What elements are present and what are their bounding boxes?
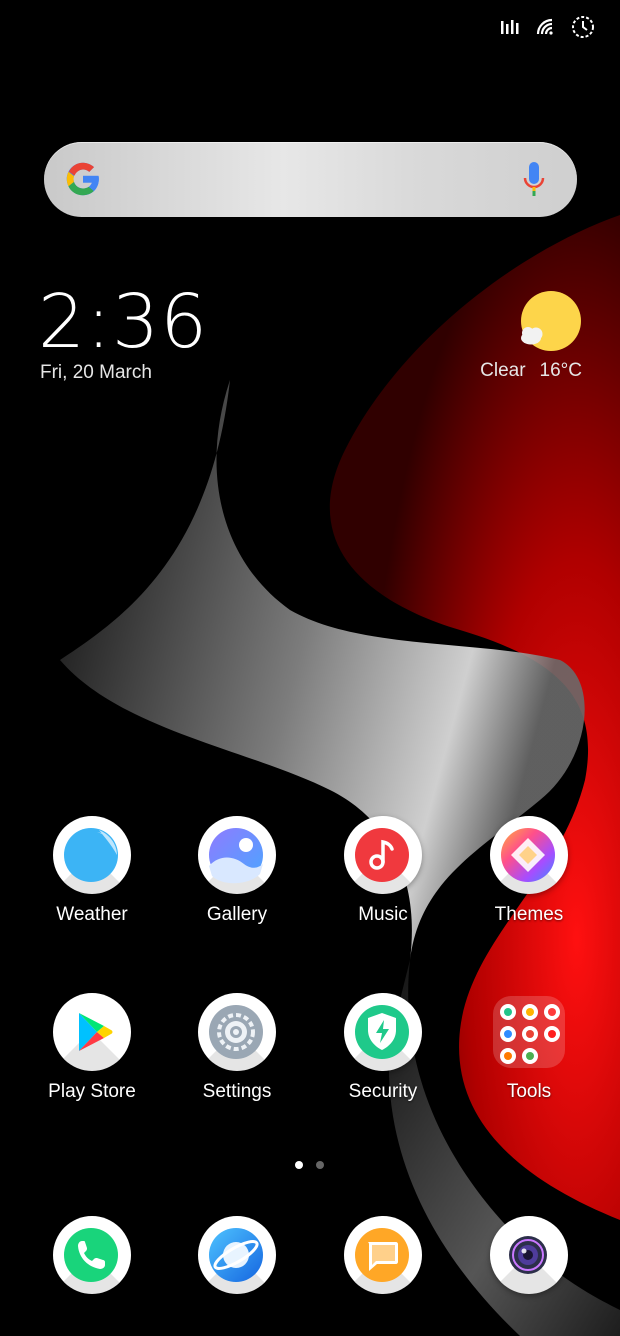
app-label: Music (358, 904, 408, 925)
weather-temperature: 16°C (539, 360, 582, 381)
wifi-icon (536, 18, 553, 35)
app-tools-folder[interactable]: Tools (464, 993, 594, 1103)
app-themes[interactable]: Themes (464, 816, 594, 926)
folder-mini-icon (544, 1026, 560, 1042)
gallery-icon (209, 828, 263, 884)
app-label: Weather (56, 904, 128, 925)
app-label: Themes (494, 904, 564, 925)
clock-time[interactable]: 2:36 (38, 280, 208, 364)
app-security[interactable]: Security (318, 993, 448, 1103)
app-label: Settings (202, 1081, 272, 1102)
status-bar (500, 14, 596, 40)
security-icon (355, 1005, 409, 1059)
folder-mini-icon (522, 1048, 538, 1064)
clock-date: Fri, 20 March (40, 362, 152, 383)
app-gallery[interactable]: Gallery (172, 816, 302, 926)
alarm-clock-icon (572, 16, 594, 38)
weather-summary[interactable]: Clear 16°C (480, 360, 582, 382)
mic-icon[interactable] (521, 160, 547, 200)
folder-mini-icon (522, 1026, 538, 1042)
dock-phone[interactable] (27, 1216, 157, 1294)
camera-icon (509, 1236, 547, 1274)
app-label: Tools (506, 1081, 552, 1102)
themes-app-icon-tile (490, 816, 568, 894)
home-screen: 2:36 Fri, 20 March Clear 16°C Weather Ga… (0, 0, 620, 1336)
settings-app-icon-tile (198, 993, 276, 1071)
messages-icon (355, 1228, 409, 1282)
gallery-app-icon-tile (198, 816, 276, 894)
play-store-app-icon-tile (53, 993, 131, 1071)
folder-mini-icon (522, 1004, 538, 1020)
dock-camera[interactable] (464, 1216, 594, 1294)
page-dot-active[interactable] (295, 1161, 303, 1169)
browser-app-icon-tile (198, 1216, 276, 1294)
folder-mini-icon (500, 1048, 516, 1064)
page-dot[interactable] (316, 1161, 324, 1169)
page-indicator[interactable] (295, 1161, 324, 1169)
music-icon (355, 828, 409, 882)
weather-app-icon-tile (53, 816, 131, 894)
app-weather[interactable]: Weather (27, 816, 157, 926)
sun-cloud-icon[interactable] (518, 290, 582, 354)
app-settings[interactable]: Settings (172, 993, 302, 1103)
security-app-icon-tile (344, 993, 422, 1071)
messages-app-icon-tile (344, 1216, 422, 1294)
app-label: Gallery (206, 904, 268, 925)
weather-icon (64, 828, 118, 882)
weather-condition: Clear (480, 360, 526, 381)
phone-app-icon-tile (53, 1216, 131, 1294)
dock-messages[interactable] (318, 1216, 448, 1294)
settings-icon (209, 1005, 263, 1059)
dock-browser[interactable] (172, 1216, 302, 1294)
folder-mini-icon (500, 1026, 516, 1042)
google-search-bar[interactable] (44, 142, 577, 217)
app-label: Play Store (48, 1081, 136, 1102)
browser-icon (209, 1228, 263, 1282)
google-g-icon (66, 162, 99, 196)
app-music[interactable]: Music (318, 816, 448, 926)
phone-icon (64, 1228, 118, 1282)
tools-folder-icon (493, 996, 565, 1068)
folder-mini-icon (500, 1004, 516, 1020)
music-app-icon-tile (344, 816, 422, 894)
folder-mini-icon (544, 1004, 560, 1020)
app-play-store[interactable]: Play Store (27, 993, 157, 1103)
themes-icon (501, 828, 555, 882)
app-label: Security (348, 1081, 418, 1102)
signal-icon (501, 20, 519, 34)
play-store-icon (79, 1013, 113, 1051)
camera-app-icon-tile (490, 1216, 568, 1294)
